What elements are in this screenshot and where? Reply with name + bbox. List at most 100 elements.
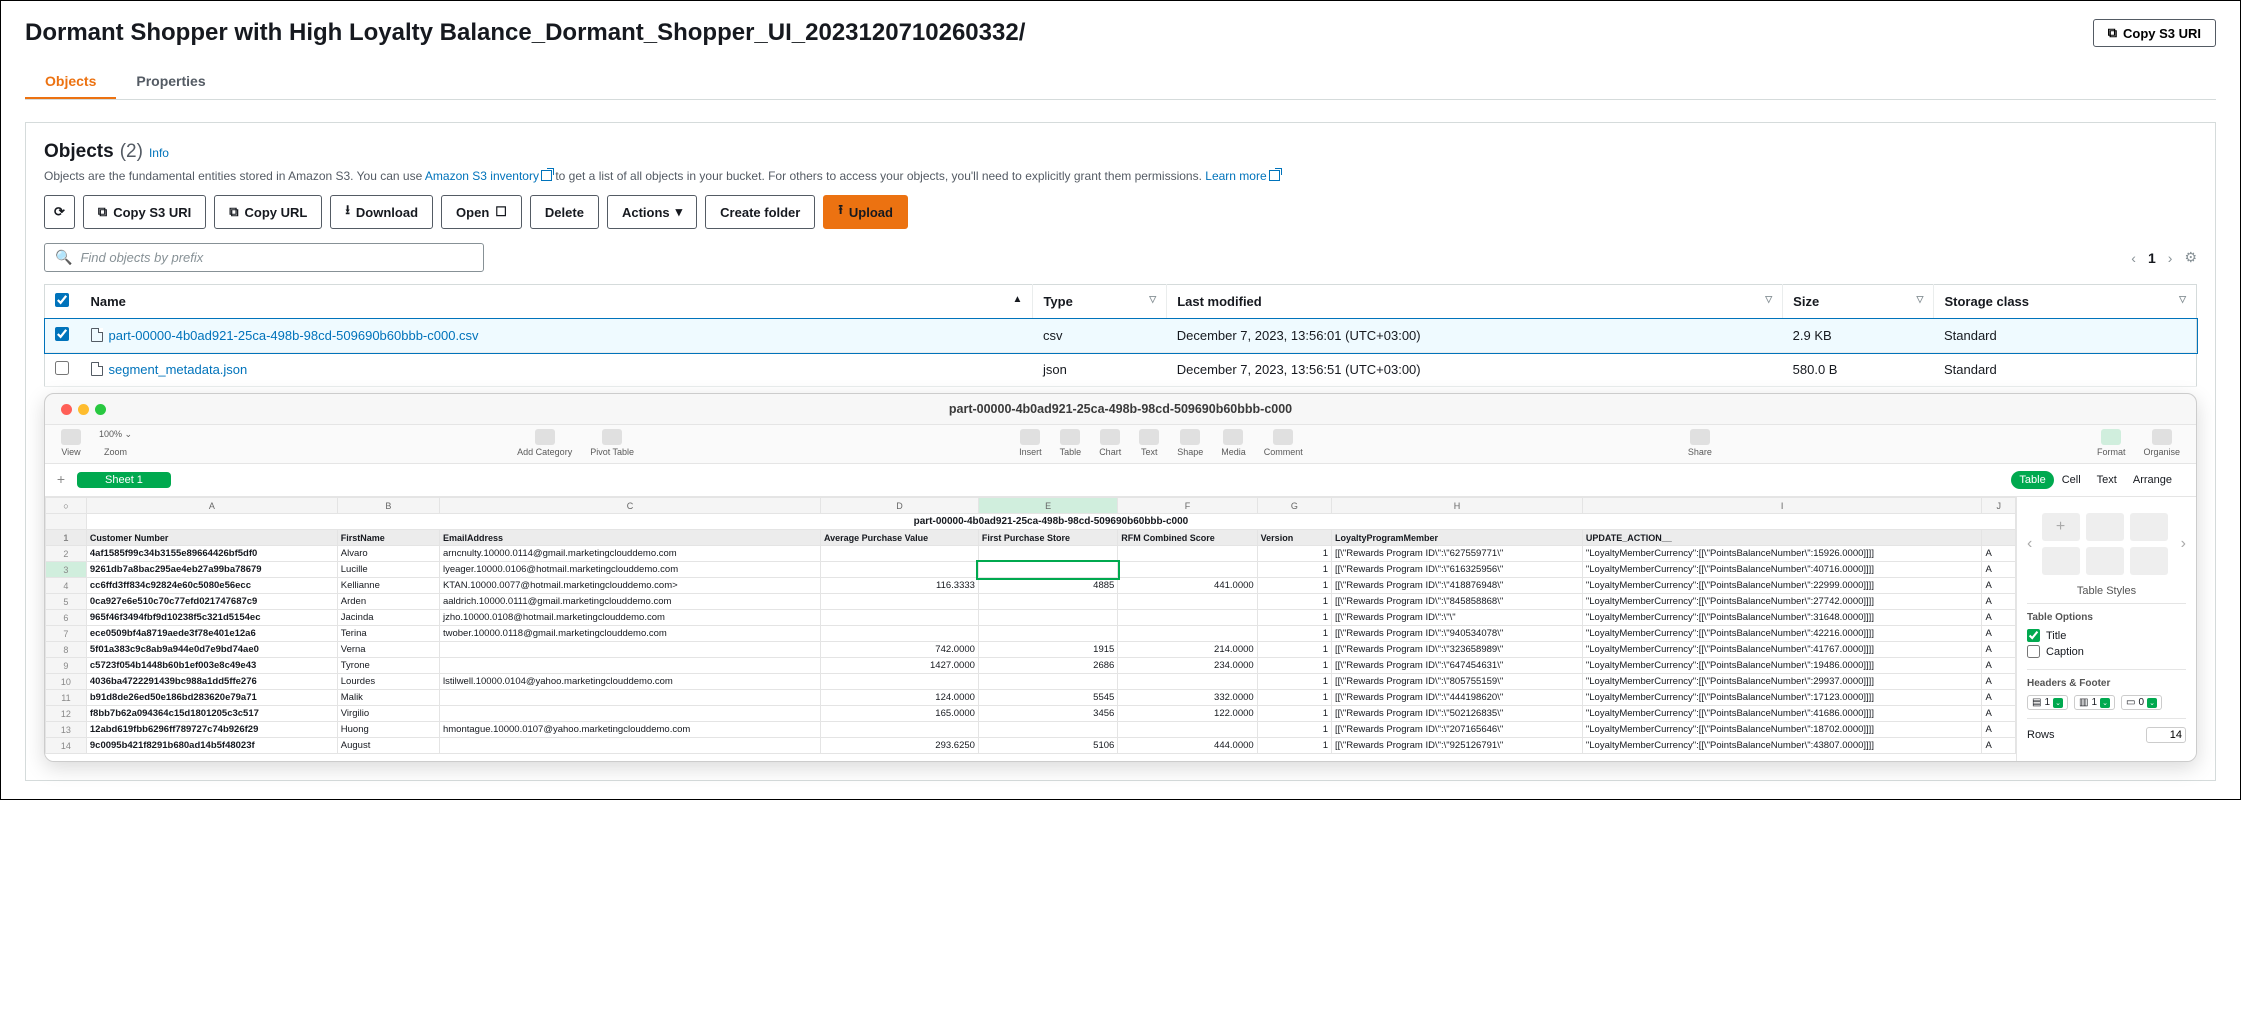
- grid-cell[interactable]: [978, 594, 1117, 610]
- grid-cell[interactable]: 1: [1257, 546, 1331, 562]
- grid-cell[interactable]: "LoyaltyMemberCurrency":[[\"PointsBalanc…: [1582, 738, 1982, 754]
- grid-cell[interactable]: 5f01a383c9c8ab9a944e0d7e9bd74ae0: [86, 642, 337, 658]
- grid-cell[interactable]: jzho.10000.0108@hotmail.marketingcloudde…: [439, 610, 820, 626]
- grid-cell[interactable]: [[\"Rewards Program ID\":\"940534078\": [1332, 626, 1583, 642]
- upload-button[interactable]: ⭱ Upload: [823, 195, 908, 229]
- grid-cell[interactable]: 1: [1257, 642, 1331, 658]
- row-number[interactable]: 10: [46, 674, 87, 690]
- grid-cell[interactable]: b91d8de26ed50e186bd283620e79a71: [86, 690, 337, 706]
- comment-tool[interactable]: Comment: [1264, 429, 1303, 457]
- object-name-link[interactable]: segment_metadata.json: [109, 362, 248, 377]
- row-number[interactable]: 3: [46, 562, 87, 578]
- grid-cell[interactable]: 332.0000: [1118, 690, 1257, 706]
- col-header[interactable]: I: [1582, 498, 1982, 514]
- grid-cell[interactable]: A: [1982, 722, 2016, 738]
- row-number[interactable]: 6: [46, 610, 87, 626]
- grid-cell[interactable]: hmontague.10000.0107@yahoo.marketingclou…: [439, 722, 820, 738]
- copy-s3-uri-button[interactable]: ⧉ Copy S3 URI: [83, 195, 206, 229]
- grid-cell[interactable]: 3456: [978, 706, 1117, 722]
- grid-cell[interactable]: lyeager.10000.0106@hotmail.marketingclou…: [439, 562, 820, 578]
- col-header[interactable]: D: [820, 498, 978, 514]
- grid-cell[interactable]: Terina: [337, 626, 439, 642]
- grid-cell[interactable]: [439, 690, 820, 706]
- grid-cell[interactable]: [978, 546, 1117, 562]
- grid-cell[interactable]: [[\"Rewards Program ID\":\"\": [1332, 610, 1583, 626]
- format-tool[interactable]: Format: [2097, 429, 2126, 457]
- grid-cell[interactable]: 1: [1257, 610, 1331, 626]
- grid-cell[interactable]: 165.0000: [820, 706, 978, 722]
- style-prev-icon[interactable]: ‹: [2027, 535, 2032, 553]
- grid-cell[interactable]: [1118, 610, 1257, 626]
- grid-cell[interactable]: 9261db7a8bac295ae4eb27a99ba78679: [86, 562, 337, 578]
- add-sheet-button[interactable]: +: [53, 472, 69, 488]
- row-checkbox[interactable]: [55, 327, 69, 341]
- grid-header-cell[interactable]: UPDATE_ACTION__: [1582, 530, 1982, 546]
- grid-cell[interactable]: 293.6250: [820, 738, 978, 754]
- link-learn-more[interactable]: Learn more: [1205, 169, 1266, 183]
- grid-cell[interactable]: [820, 722, 978, 738]
- grid-cell[interactable]: Lucille: [337, 562, 439, 578]
- row-number[interactable]: 12: [46, 706, 87, 722]
- grid-cell[interactable]: [[\"Rewards Program ID\":\"323658989\": [1332, 642, 1583, 658]
- grid-cell[interactable]: Jacinda: [337, 610, 439, 626]
- grid-cell[interactable]: [[\"Rewards Program ID\":\"647454631\": [1332, 658, 1583, 674]
- info-link[interactable]: Info: [149, 146, 169, 160]
- grid-cell[interactable]: "LoyaltyMemberCurrency":[[\"PointsBalanc…: [1582, 674, 1982, 690]
- grid-cell[interactable]: c5723f054b1448b60b1ef003e8c49e43: [86, 658, 337, 674]
- grid-cell[interactable]: lstilwell.10000.0104@yahoo.marketingclou…: [439, 674, 820, 690]
- refresh-button[interactable]: ⟳: [44, 195, 75, 229]
- search-input[interactable]: [80, 250, 473, 265]
- spreadsheet-grid[interactable]: ○ A B C D E F G H I J: [45, 497, 2016, 754]
- grid-cell[interactable]: "LoyaltyMemberCurrency":[[\"PointsBalanc…: [1582, 562, 1982, 578]
- window-minimize-icon[interactable]: [78, 404, 89, 415]
- insert-tool[interactable]: Insert: [1019, 429, 1042, 457]
- side-tab-arrange[interactable]: Arrange: [2125, 471, 2180, 489]
- grid-cell[interactable]: [820, 610, 978, 626]
- download-button[interactable]: ⭳ Download: [330, 195, 433, 229]
- row-number[interactable]: 8: [46, 642, 87, 658]
- grid-cell[interactable]: 1: [1257, 690, 1331, 706]
- col-storage[interactable]: Storage class▽: [1934, 285, 2197, 319]
- row-number[interactable]: 5: [46, 594, 87, 610]
- footer-rows-stepper[interactable]: ▭ 0 ⌄: [2121, 695, 2162, 710]
- header-rows-stepper[interactable]: ▤ 1 ⌄: [2027, 695, 2068, 710]
- grid-cell[interactable]: A: [1982, 690, 2016, 706]
- grid-cell[interactable]: [820, 562, 978, 578]
- grid-cell[interactable]: 1: [1257, 594, 1331, 610]
- grid-cell[interactable]: 1: [1257, 658, 1331, 674]
- grid-cell[interactable]: Tyrone: [337, 658, 439, 674]
- chart-tool[interactable]: Chart: [1099, 429, 1121, 457]
- grid-cell[interactable]: 1: [1257, 578, 1331, 594]
- grid-cell[interactable]: A: [1982, 706, 2016, 722]
- table-style-option[interactable]: [2086, 513, 2124, 541]
- object-name-link[interactable]: part-00000-4b0ad921-25ca-498b-98cd-50969…: [109, 328, 479, 343]
- grid-header-cell[interactable]: FirstName: [337, 530, 439, 546]
- grid-cell[interactable]: A: [1982, 546, 2016, 562]
- grid-cell[interactable]: [1118, 562, 1257, 578]
- side-tab-table[interactable]: Table: [2011, 471, 2053, 489]
- pager-next[interactable]: ›: [2168, 250, 2173, 266]
- grid-cell[interactable]: [[\"Rewards Program ID\":\"207165646\": [1332, 722, 1583, 738]
- grid-cell[interactable]: 444.0000: [1118, 738, 1257, 754]
- grid-cell[interactable]: [820, 594, 978, 610]
- grid-header-cell[interactable]: EmailAddress: [439, 530, 820, 546]
- title-checkbox[interactable]: [2027, 629, 2040, 642]
- grid-cell[interactable]: arncnulty.10000.0114@gmail.marketingclou…: [439, 546, 820, 562]
- grid-cell[interactable]: [439, 706, 820, 722]
- grid-cell[interactable]: "LoyaltyMemberCurrency":[[\"PointsBalanc…: [1582, 706, 1982, 722]
- grid-cell[interactable]: [[\"Rewards Program ID\":\"925126791\": [1332, 738, 1583, 754]
- header-cols-stepper[interactable]: ▥ 1 ⌄: [2074, 695, 2115, 710]
- row-checkbox[interactable]: [55, 361, 69, 375]
- caption-checkbox[interactable]: [2027, 645, 2040, 658]
- row-number[interactable]: 4: [46, 578, 87, 594]
- col-size[interactable]: Size▽: [1783, 285, 1934, 319]
- grid-cell[interactable]: 441.0000: [1118, 578, 1257, 594]
- table-style-option[interactable]: [2130, 513, 2168, 541]
- copy-s3-uri-header-button[interactable]: ⧉ Copy S3 URI: [2093, 19, 2216, 47]
- grid-cell[interactable]: [1118, 594, 1257, 610]
- settings-gear-icon[interactable]: ⚙: [2184, 249, 2197, 266]
- view-tool[interactable]: View: [61, 429, 81, 457]
- open-button[interactable]: Open ☐: [441, 195, 522, 229]
- grid-header-cell[interactable]: [1982, 530, 2016, 546]
- grid-cell[interactable]: A: [1982, 738, 2016, 754]
